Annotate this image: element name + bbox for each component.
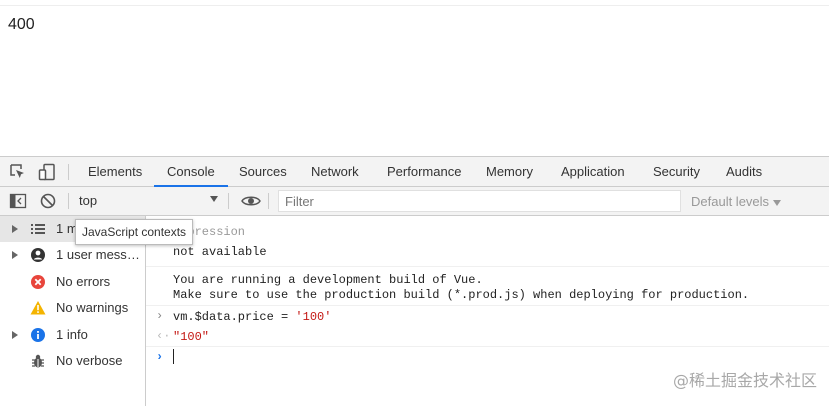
console-divider — [146, 346, 829, 347]
page-viewport: 400 — [0, 0, 829, 156]
sidebar-item-label: No errors — [56, 274, 144, 289]
sidebar-item-label: 1 info — [56, 327, 144, 342]
tab-sources[interactable]: Sources — [239, 157, 287, 186]
user-icon — [30, 247, 46, 263]
expand-arrow-icon[interactable] — [12, 331, 18, 339]
tab-audits[interactable]: Audits — [726, 157, 762, 186]
list-icon — [30, 221, 46, 237]
prompt-chevron-icon: › — [156, 350, 163, 364]
console-input-string: '100' — [295, 310, 331, 324]
console-result-value: "100" — [173, 330, 209, 344]
sidebar-item-label: No warnings — [56, 300, 144, 315]
tab-security[interactable]: Security — [653, 157, 700, 186]
inspect-element-icon[interactable] — [9, 163, 27, 181]
devtools-tabbar: Elements Console Sources Network Perform… — [0, 157, 829, 187]
clear-console-icon[interactable] — [39, 192, 57, 210]
console-prompt-input[interactable] — [173, 349, 174, 364]
info-icon — [30, 327, 46, 343]
filter-input[interactable] — [279, 191, 681, 211]
eye-icon[interactable] — [241, 192, 259, 210]
console-toolbar: top Default levels — [0, 187, 829, 216]
vue-dev-warning-line-1: You are running a development build of V… — [173, 273, 483, 287]
sidebar-item-label: 1 user messa... — [56, 247, 144, 262]
vue-dev-warning-line-2: Make sure to use the production build (*… — [173, 288, 749, 302]
watermark-text: @稀土掘金技术社区 — [673, 367, 817, 391]
expand-arrow-icon[interactable] — [12, 225, 18, 233]
error-icon — [30, 274, 46, 290]
tab-performance[interactable]: Performance — [387, 157, 461, 186]
sidebar-item-label: No verbose — [56, 353, 144, 368]
sidebar-item-warnings[interactable]: No warnings — [0, 295, 145, 321]
console-divider — [146, 305, 829, 306]
tab-memory[interactable]: Memory — [486, 157, 533, 186]
toolbar-separator — [228, 193, 229, 209]
tabbar-separator — [68, 164, 69, 180]
chevron-down-icon[interactable] — [210, 196, 218, 202]
context-select[interactable]: top — [79, 193, 97, 208]
console-input-entry[interactable]: vm.$data.price = '100' — [173, 310, 331, 324]
sidebar-item-verbose[interactable]: No verbose — [0, 348, 145, 374]
filter-box — [278, 190, 681, 212]
sidebar-item-user-messages[interactable]: 1 user messa... — [0, 242, 145, 268]
tab-elements[interactable]: Elements — [88, 157, 142, 186]
default-levels-dropdown[interactable]: Default levels — [691, 194, 781, 209]
page-value-text: 400 — [8, 16, 35, 34]
live-expression-value: not available — [173, 245, 267, 259]
toolbar-separator — [268, 193, 269, 209]
expand-arrow-icon[interactable] — [12, 251, 18, 259]
console-input-code: vm.$data.price = — [173, 310, 295, 324]
default-levels-label: Default levels — [691, 194, 769, 209]
tab-network[interactable]: Network — [311, 157, 359, 186]
sidebar-item-info[interactable]: 1 info — [0, 322, 145, 348]
context-tooltip: JavaScript contexts — [75, 219, 193, 245]
sidebar-item-errors[interactable]: No errors — [0, 269, 145, 295]
bug-icon — [30, 353, 46, 369]
toolbar-separator — [68, 193, 69, 209]
console-divider — [146, 266, 829, 267]
caret-down-icon — [773, 200, 781, 206]
input-chevron-icon: › — [156, 309, 163, 323]
tab-application[interactable]: Application — [561, 157, 625, 186]
sidebar-toggle-icon[interactable] — [9, 192, 27, 210]
device-toolbar-icon[interactable] — [38, 163, 56, 181]
result-arrow-icon: ‹· — [156, 329, 170, 343]
page-divider — [0, 5, 829, 6]
tab-console[interactable]: Console — [167, 157, 215, 186]
warning-icon — [30, 300, 46, 316]
